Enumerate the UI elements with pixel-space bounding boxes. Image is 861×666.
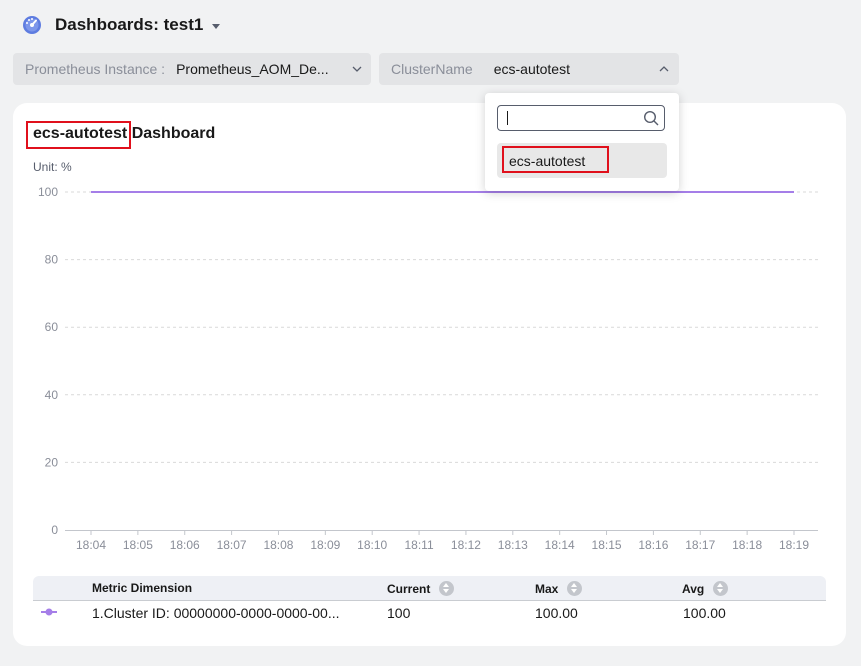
cluster-dropdown-panel: ecs-autotest (485, 93, 679, 191)
x-tick-label: 18:04 (76, 538, 106, 552)
y-tick-label: 0 (51, 523, 58, 537)
x-tick-label: 18:11 (404, 538, 433, 552)
x-tick-label: 18:16 (638, 538, 668, 552)
table-cell-avg: 100.00 (683, 605, 726, 621)
y-tick-label: 80 (45, 253, 59, 267)
x-tick-label: 18:06 (170, 538, 200, 552)
column-header-current[interactable]: Current (387, 581, 455, 596)
x-tick-label: 18:05 (123, 538, 153, 552)
dropdown-option[interactable]: ecs-autotest (497, 143, 667, 178)
table-header: Metric Dimension Current Max Avg (33, 576, 826, 601)
x-tick-label: 18:15 (592, 538, 622, 552)
column-header-metric-dimension: Metric Dimension (92, 581, 193, 595)
series-legend-icon[interactable] (41, 607, 57, 617)
line-chart: 0 20 40 60 80 100 18:04 18:05 18:06 18:07 18:08 18:… (38, 185, 818, 552)
y-tick-label: 100 (38, 185, 58, 199)
y-tick-label: 60 (45, 320, 59, 334)
dropdown-search-field[interactable] (497, 105, 665, 131)
sort-icon[interactable] (567, 581, 583, 596)
sort-icon[interactable] (439, 581, 455, 596)
dropdown-search-input[interactable] (506, 106, 636, 128)
x-tick-label: 18:08 (263, 538, 293, 552)
column-header-avg[interactable]: Avg (682, 581, 729, 596)
sort-icon[interactable] (713, 581, 729, 596)
table-cell-max: 100.00 (535, 605, 578, 621)
x-tick-label: 18:07 (217, 538, 247, 552)
highlight-box (502, 146, 609, 173)
x-tick-label: 18:13 (498, 538, 528, 552)
x-tick-label: 18:18 (732, 538, 762, 552)
x-tick-label: 18:19 (779, 538, 809, 552)
y-tick-label: 40 (45, 388, 59, 402)
column-header-max[interactable]: Max (535, 581, 583, 596)
x-tick-label: 18:17 (685, 538, 715, 552)
y-tick-label: 20 (45, 455, 59, 469)
x-tick-label: 18:12 (451, 538, 481, 552)
table-cell-dimension: 1.Cluster ID: 00000000-0000-0000-00... (92, 605, 340, 621)
x-tick-label: 18:09 (310, 538, 340, 552)
x-tick-label: 18:10 (357, 538, 387, 552)
x-tick-label: 18:14 (545, 538, 575, 552)
text-cursor (507, 111, 508, 125)
table-cell-current: 100 (387, 605, 411, 621)
search-icon[interactable] (643, 110, 659, 126)
